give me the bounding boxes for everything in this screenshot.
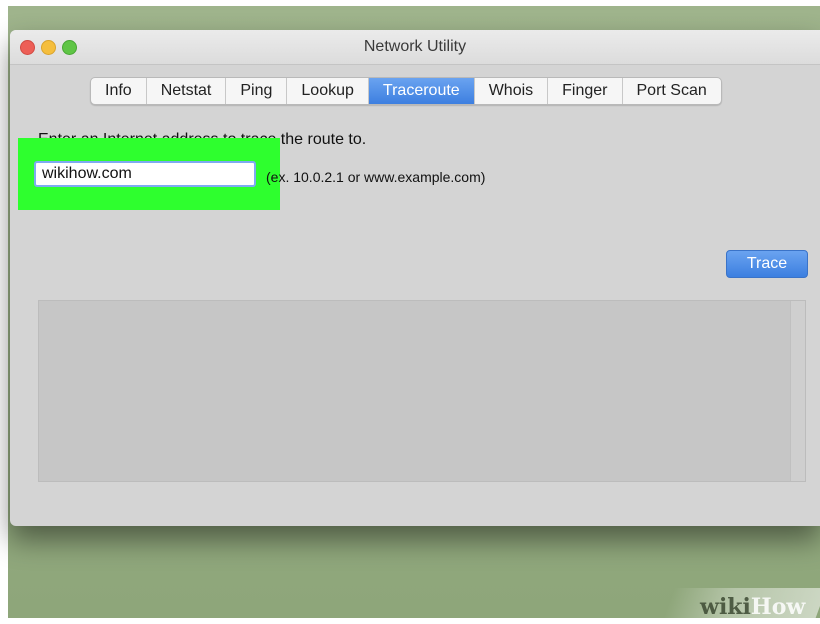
tab-lookup[interactable]: Lookup [287, 78, 369, 104]
watermark-suffix: How [750, 594, 806, 620]
tab-bar: Info Netstat Ping Lookup Traceroute Whoi… [90, 77, 722, 105]
tab-netstat[interactable]: Netstat [147, 78, 227, 104]
tab-finger[interactable]: Finger [548, 78, 623, 104]
trace-output-area[interactable] [38, 300, 806, 482]
tab-whois[interactable]: Whois [475, 78, 549, 104]
title-bar: Network Utility [10, 30, 820, 65]
window-title: Network Utility [363, 38, 467, 55]
address-input[interactable] [34, 161, 256, 187]
tab-port-scan[interactable]: Port Scan [623, 78, 721, 104]
wikihow-watermark: wikiHow [700, 594, 805, 620]
watermark-prefix: wiki [700, 594, 751, 620]
tab-ping[interactable]: Ping [226, 78, 288, 104]
output-scrollbar[interactable] [790, 301, 805, 481]
trace-button[interactable]: Trace [726, 250, 808, 278]
tab-traceroute[interactable]: Traceroute [368, 78, 475, 104]
tab-info[interactable]: Info [91, 78, 147, 104]
network-utility-window: Network Utility Info Netstat Ping Lookup… [10, 30, 820, 526]
example-hint: (ex. 10.0.2.1 or www.example.com) [266, 169, 486, 185]
